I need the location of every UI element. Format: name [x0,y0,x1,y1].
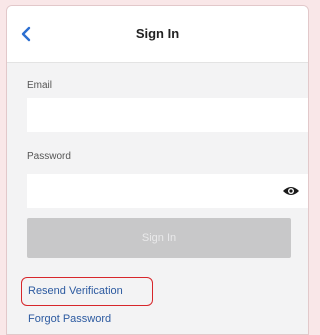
sign-in-button[interactable]: Sign In [27,218,291,258]
forgot-password-link[interactable]: Forgot Password [28,313,111,325]
email-label: Email [27,80,53,91]
password-label: Password [27,151,71,162]
eye-icon [283,187,299,195]
email-field[interactable] [27,98,308,132]
nav-bar: Sign In [7,6,308,63]
show-password-toggle[interactable] [280,182,302,200]
sign-in-screen: Sign In Email Password Sign In Resend Ve… [6,5,309,335]
page-title: Sign In [135,26,180,41]
password-field[interactable] [27,174,308,208]
resend-verification-link[interactable]: Resend Verification [28,285,123,297]
